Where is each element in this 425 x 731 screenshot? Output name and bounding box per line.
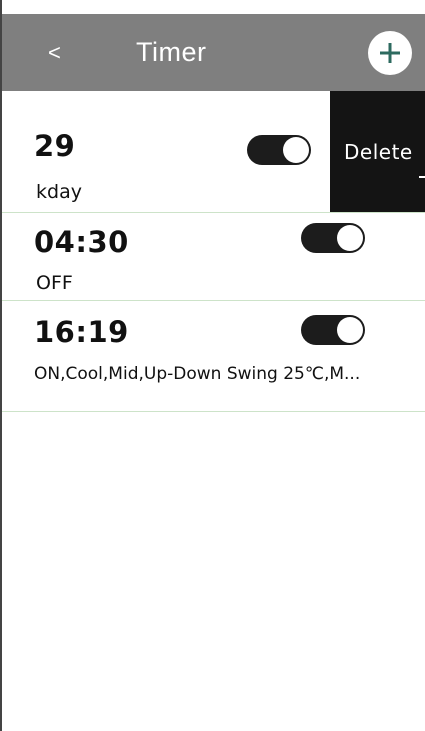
back-button[interactable]: <: [48, 14, 61, 91]
add-timer-button[interactable]: [368, 31, 412, 75]
timer-detail: ON,Cool,Mid,Up-Down Swing 25℃,M...: [34, 364, 361, 384]
timer-detail: kday: [36, 181, 82, 203]
timer-toggle[interactable]: [301, 315, 365, 345]
page-title: Timer: [136, 37, 207, 67]
toggle-knob: [283, 137, 309, 163]
delete-handle-mark: [419, 176, 425, 178]
header-bar: < Timer: [2, 14, 425, 91]
timer-detail: OFF: [36, 272, 73, 294]
timer-time: 04:30: [34, 225, 129, 259]
timer-toggle[interactable]: [247, 135, 311, 165]
timer-time: 16:19: [34, 315, 129, 349]
timer-toggle[interactable]: [301, 223, 365, 253]
toggle-knob: [337, 225, 363, 251]
toggle-knob: [337, 317, 363, 343]
timer-time: 29: [34, 129, 76, 163]
delete-button[interactable]: Delete: [330, 91, 425, 212]
timer-row[interactable]: 16:19 ON,Cool,Mid,Up-Down Swing 25℃,M...: [2, 301, 425, 412]
timer-row[interactable]: 04:30 OFF: [2, 213, 425, 301]
delete-label: Delete: [344, 140, 413, 164]
timer-screen: < Timer 29 kday 04:30 OFF 16:19 ON,Cool,…: [0, 0, 425, 731]
